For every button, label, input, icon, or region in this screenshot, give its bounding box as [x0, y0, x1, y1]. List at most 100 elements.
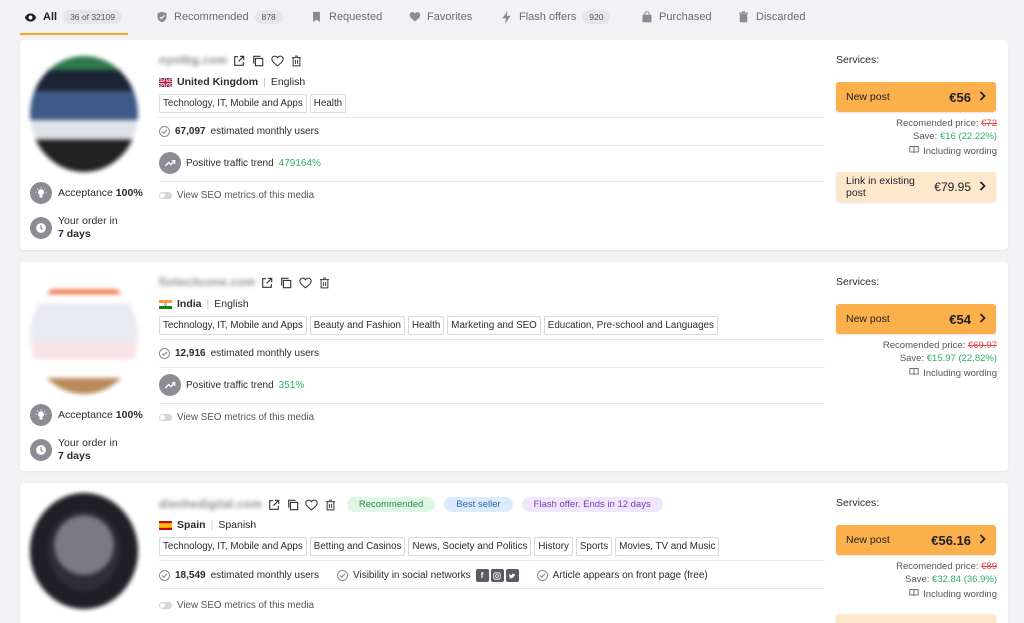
- discard-trash-icon[interactable]: [289, 54, 303, 68]
- country-row: India | English: [159, 298, 249, 310]
- new-post-button[interactable]: New post €54: [836, 304, 996, 334]
- media-thumbnail[interactable]: [30, 493, 138, 609]
- tab-recommended[interactable]: Recommended 878: [155, 0, 283, 34]
- check-circle-icon: [536, 570, 548, 581]
- shopping-bag-icon: [640, 11, 653, 24]
- savings-value: €16 (22.22%): [939, 131, 997, 142]
- tab-favorites[interactable]: Favorites: [408, 0, 472, 34]
- favorite-heart-icon[interactable]: [270, 54, 284, 68]
- media-thumbnail[interactable]: [30, 278, 138, 394]
- link-existing-post-button[interactable]: Link in existing post €79.95: [836, 172, 996, 202]
- monthly-users: 18,549 estimated monthly users Visibilit…: [159, 569, 708, 582]
- trend-label: Positive traffic trend: [186, 379, 274, 391]
- chevron-right-icon: [979, 312, 986, 326]
- country-row: United Kingdom | English: [159, 76, 305, 88]
- language: English: [214, 298, 249, 310]
- acceptance-info: Acceptance 100%: [30, 404, 143, 426]
- lightbulb-icon: [30, 182, 52, 204]
- tab-discarded[interactable]: Discarded: [737, 0, 806, 34]
- tab-purchased[interactable]: Purchased: [640, 0, 712, 34]
- copy-icon[interactable]: [251, 54, 265, 68]
- savings-value: €32.84 (36.9%): [932, 574, 997, 585]
- tab-requested[interactable]: Requested: [310, 0, 382, 34]
- seo-metrics-toggle[interactable]: View SEO metrics of this media: [159, 190, 314, 201]
- toggle-switch[interactable]: [159, 602, 172, 609]
- media-thumbnail[interactable]: [30, 56, 138, 172]
- new-post-label: New post: [846, 313, 890, 325]
- language: Spanish: [218, 519, 257, 531]
- link-existing-post-button[interactable]: [836, 614, 996, 623]
- acceptance-value: 100%: [115, 187, 143, 199]
- monthly-users: 67,097 estimated monthly users: [159, 126, 319, 137]
- new-post-button[interactable]: New post €56: [836, 82, 996, 112]
- favorite-heart-icon[interactable]: [305, 498, 319, 512]
- check-circle-icon: [159, 348, 170, 359]
- domain-name[interactable]: nyntbg.com: [159, 55, 227, 67]
- domain-name[interactable]: fiotecitcone.com: [159, 277, 255, 289]
- trend-value: 479164%: [278, 157, 321, 169]
- media-card: Acceptance 100% Your order in 7 days fiot…: [20, 262, 1008, 471]
- lightning-icon: [500, 10, 513, 24]
- users-label: estimated monthly users: [210, 126, 319, 137]
- topic-tag: Sports: [575, 537, 613, 556]
- chevron-right-icon: [979, 180, 986, 194]
- external-link-icon[interactable]: [232, 54, 246, 68]
- india-flag-icon: [159, 299, 172, 309]
- tab-flash-offers[interactable]: Flash offers 920: [500, 0, 611, 34]
- country-name: United Kingdom: [177, 76, 259, 88]
- tab-label: Flash offers: [519, 11, 577, 23]
- users-count: 12,916: [175, 348, 206, 359]
- seo-metrics-toggle[interactable]: View SEO metrics of this media: [159, 412, 314, 423]
- services-label: Services:: [836, 54, 880, 66]
- traffic-trend: Positive traffic trend 351%: [159, 374, 304, 396]
- favorite-heart-icon[interactable]: [298, 276, 312, 290]
- active-tab-indicator: [20, 33, 128, 35]
- domain-row: fiotecitcone.com: [159, 276, 331, 290]
- country-name: Spain: [177, 519, 206, 531]
- toggle-switch[interactable]: [159, 414, 172, 421]
- toggle-switch[interactable]: [159, 192, 172, 199]
- external-link-icon[interactable]: [267, 498, 281, 512]
- link-existing-price: €79.95: [934, 180, 971, 194]
- new-post-label: New post: [846, 534, 890, 546]
- services-label: Services:: [836, 497, 880, 509]
- tab-label: Favorites: [427, 11, 473, 23]
- users-count: 67,097: [175, 126, 206, 137]
- divider: [159, 145, 825, 146]
- savings: Save: €16 (22.22%): [913, 131, 997, 142]
- seo-metrics-toggle[interactable]: View SEO metrics of this media: [159, 600, 314, 611]
- tab-all[interactable]: All 36 of 32109: [24, 0, 122, 34]
- topic-tag: Technology, IT, Mobile and Apps: [159, 537, 307, 556]
- recommended-price-value: €89: [981, 561, 997, 572]
- new-post-price: €56.16: [931, 532, 971, 548]
- external-link-icon[interactable]: [260, 276, 274, 290]
- clock-icon: [30, 439, 52, 461]
- heart-icon: [408, 11, 421, 24]
- discard-trash-icon[interactable]: [317, 276, 331, 290]
- twitter-icon: [505, 569, 519, 582]
- new-post-price: €56: [949, 89, 971, 105]
- tab-label: Recommended: [174, 11, 249, 23]
- recommended-price: Recomended price: €69.97: [882, 340, 997, 351]
- instagram-icon: [490, 569, 504, 582]
- copy-icon[interactable]: [286, 498, 300, 512]
- delivery-info: Your order in 7 days: [30, 215, 118, 241]
- flash-offer-badge: Flash offer. Ends in 12 days: [521, 497, 663, 512]
- acceptance-label: Acceptance: [58, 409, 113, 421]
- new-post-button[interactable]: New post €56.16: [836, 525, 996, 555]
- link-existing-label: Link in existing post: [846, 175, 915, 199]
- media-card: dienhedigital.com Recommended Best selle…: [20, 483, 1008, 623]
- monthly-users: 12,916 estimated monthly users: [159, 348, 319, 359]
- copy-icon[interactable]: [279, 276, 293, 290]
- topic-tag: News, Society and Politics: [408, 537, 532, 556]
- uk-flag-icon: [159, 77, 172, 87]
- book-icon: [909, 588, 919, 600]
- country-row: Spain | Spanish: [159, 519, 256, 531]
- divider: [159, 403, 825, 404]
- acceptance-label: Acceptance: [58, 187, 113, 199]
- order-in-label: Your order in: [58, 215, 118, 227]
- new-post-price: €54: [949, 311, 971, 327]
- divider: [159, 560, 825, 561]
- domain-name[interactable]: dienhedigital.com: [159, 499, 262, 511]
- discard-trash-icon[interactable]: [324, 498, 338, 512]
